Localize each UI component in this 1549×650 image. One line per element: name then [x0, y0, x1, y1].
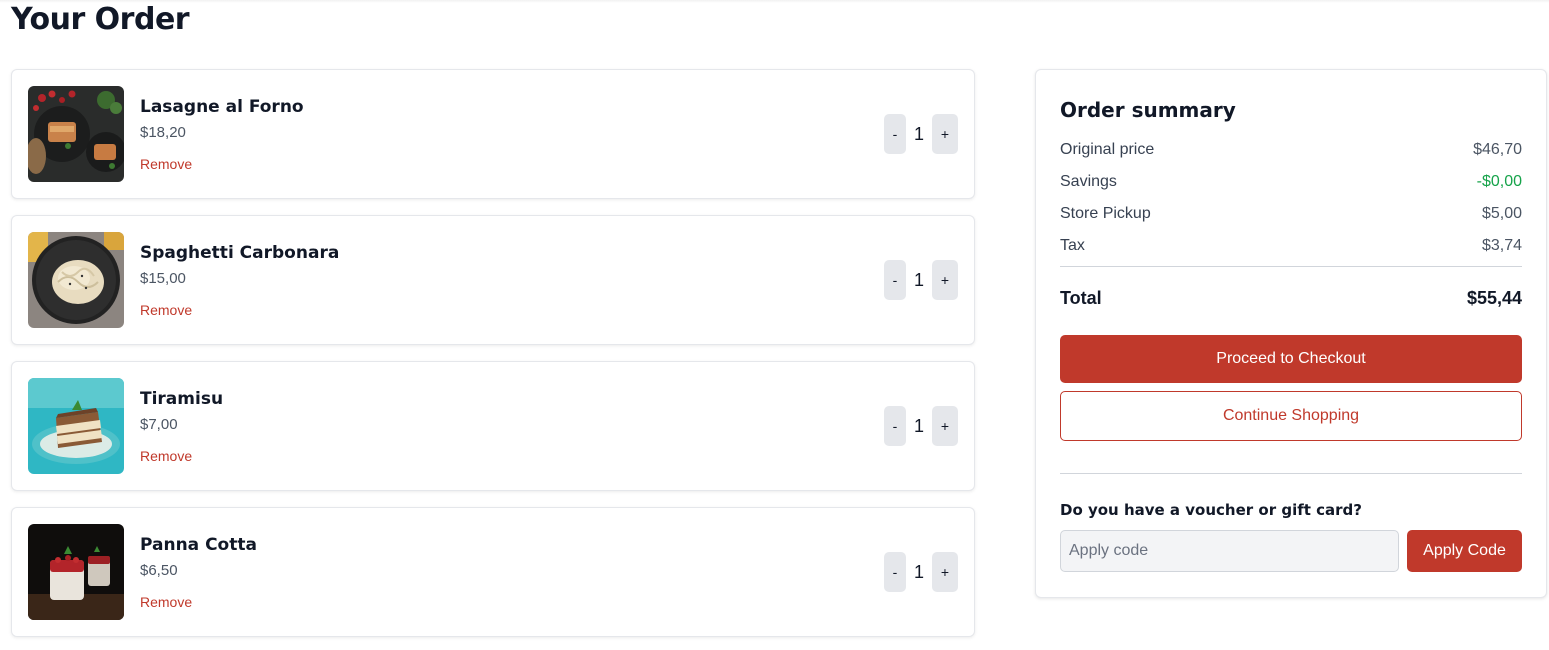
item-name: Spaghetti Carbonara	[140, 243, 340, 263]
cart-list: Lasagne al Forno $18,20 Remove - 1 + Spa…	[11, 69, 975, 650]
remove-link[interactable]: Remove	[140, 594, 192, 610]
summary-value: $5,00	[1481, 205, 1522, 222]
cart-item: Spaghetti Carbonara $15,00 Remove - 1 +	[11, 215, 975, 345]
cart-item: Panna Cotta $6,50 Remove - 1 +	[11, 507, 975, 637]
decrease-quantity-button[interactable]: -	[884, 260, 906, 300]
total-value: $55,44	[1466, 288, 1522, 308]
quantity-stepper: - 1 +	[884, 260, 958, 300]
tiramisu-photo	[28, 378, 124, 474]
summary-label: Original price	[1060, 141, 1155, 158]
apply-code-button[interactable]: Apply Code	[1407, 530, 1522, 572]
increase-quantity-button[interactable]: +	[932, 260, 958, 300]
total-label: Total	[1060, 288, 1102, 308]
decrease-quantity-button[interactable]: -	[884, 406, 906, 446]
decrease-quantity-button[interactable]: -	[884, 552, 906, 592]
order-summary-panel: Order summary Original price $46,70 Savi…	[1035, 69, 1547, 598]
remove-link[interactable]: Remove	[140, 448, 192, 464]
page-title: Your Order	[11, 2, 190, 37]
top-shadow	[0, 0, 1549, 3]
lasagne-photo	[28, 86, 124, 182]
continue-shopping-button[interactable]: Continue Shopping	[1060, 391, 1522, 441]
voucher-question: Do you have a voucher or gift card?	[1060, 501, 1362, 519]
summary-value: $46,70	[1473, 141, 1522, 158]
spaghetti-photo	[28, 232, 124, 328]
summary-row-tax: Tax $3,74	[1060, 237, 1522, 255]
summary-label: Store Pickup	[1060, 205, 1151, 222]
item-price: $18,20	[140, 124, 186, 141]
voucher-code-input[interactable]	[1060, 530, 1399, 572]
decrease-quantity-button[interactable]: -	[884, 114, 906, 154]
increase-quantity-button[interactable]: +	[932, 406, 958, 446]
summary-divider	[1060, 266, 1522, 267]
cart-item: Lasagne al Forno $18,20 Remove - 1 +	[11, 69, 975, 199]
summary-title: Order summary	[1060, 98, 1236, 122]
summary-label: Tax	[1060, 237, 1085, 254]
increase-quantity-button[interactable]: +	[932, 114, 958, 154]
quantity-stepper: - 1 +	[884, 552, 958, 592]
quantity-value: 1	[913, 269, 924, 290]
proceed-to-checkout-button[interactable]: Proceed to Checkout	[1060, 335, 1522, 383]
summary-label: Savings	[1060, 173, 1117, 190]
summary-total: Total $55,44	[1060, 288, 1522, 309]
quantity-value: 1	[913, 561, 924, 582]
item-name: Panna Cotta	[140, 535, 257, 555]
quantity-value: 1	[913, 415, 924, 436]
quantity-value: 1	[913, 123, 924, 144]
panna-cotta-photo	[28, 524, 124, 620]
cart-item: Tiramisu $7,00 Remove - 1 +	[11, 361, 975, 491]
item-price: $6,50	[140, 562, 178, 579]
summary-value: -$0,00	[1476, 173, 1522, 190]
summary-row-savings: Savings -$0,00	[1060, 173, 1522, 191]
summary-row-original-price: Original price $46,70	[1060, 141, 1522, 159]
voucher-divider	[1060, 473, 1522, 474]
summary-value: $3,74	[1481, 237, 1522, 254]
quantity-stepper: - 1 +	[884, 114, 958, 154]
remove-link[interactable]: Remove	[140, 156, 192, 172]
remove-link[interactable]: Remove	[140, 302, 192, 318]
item-price: $15,00	[140, 270, 186, 287]
quantity-stepper: - 1 +	[884, 406, 958, 446]
summary-row-store-pickup: Store Pickup $5,00	[1060, 205, 1522, 223]
item-name: Tiramisu	[140, 389, 224, 409]
increase-quantity-button[interactable]: +	[932, 552, 958, 592]
item-name: Lasagne al Forno	[140, 97, 304, 117]
item-price: $7,00	[140, 416, 178, 433]
